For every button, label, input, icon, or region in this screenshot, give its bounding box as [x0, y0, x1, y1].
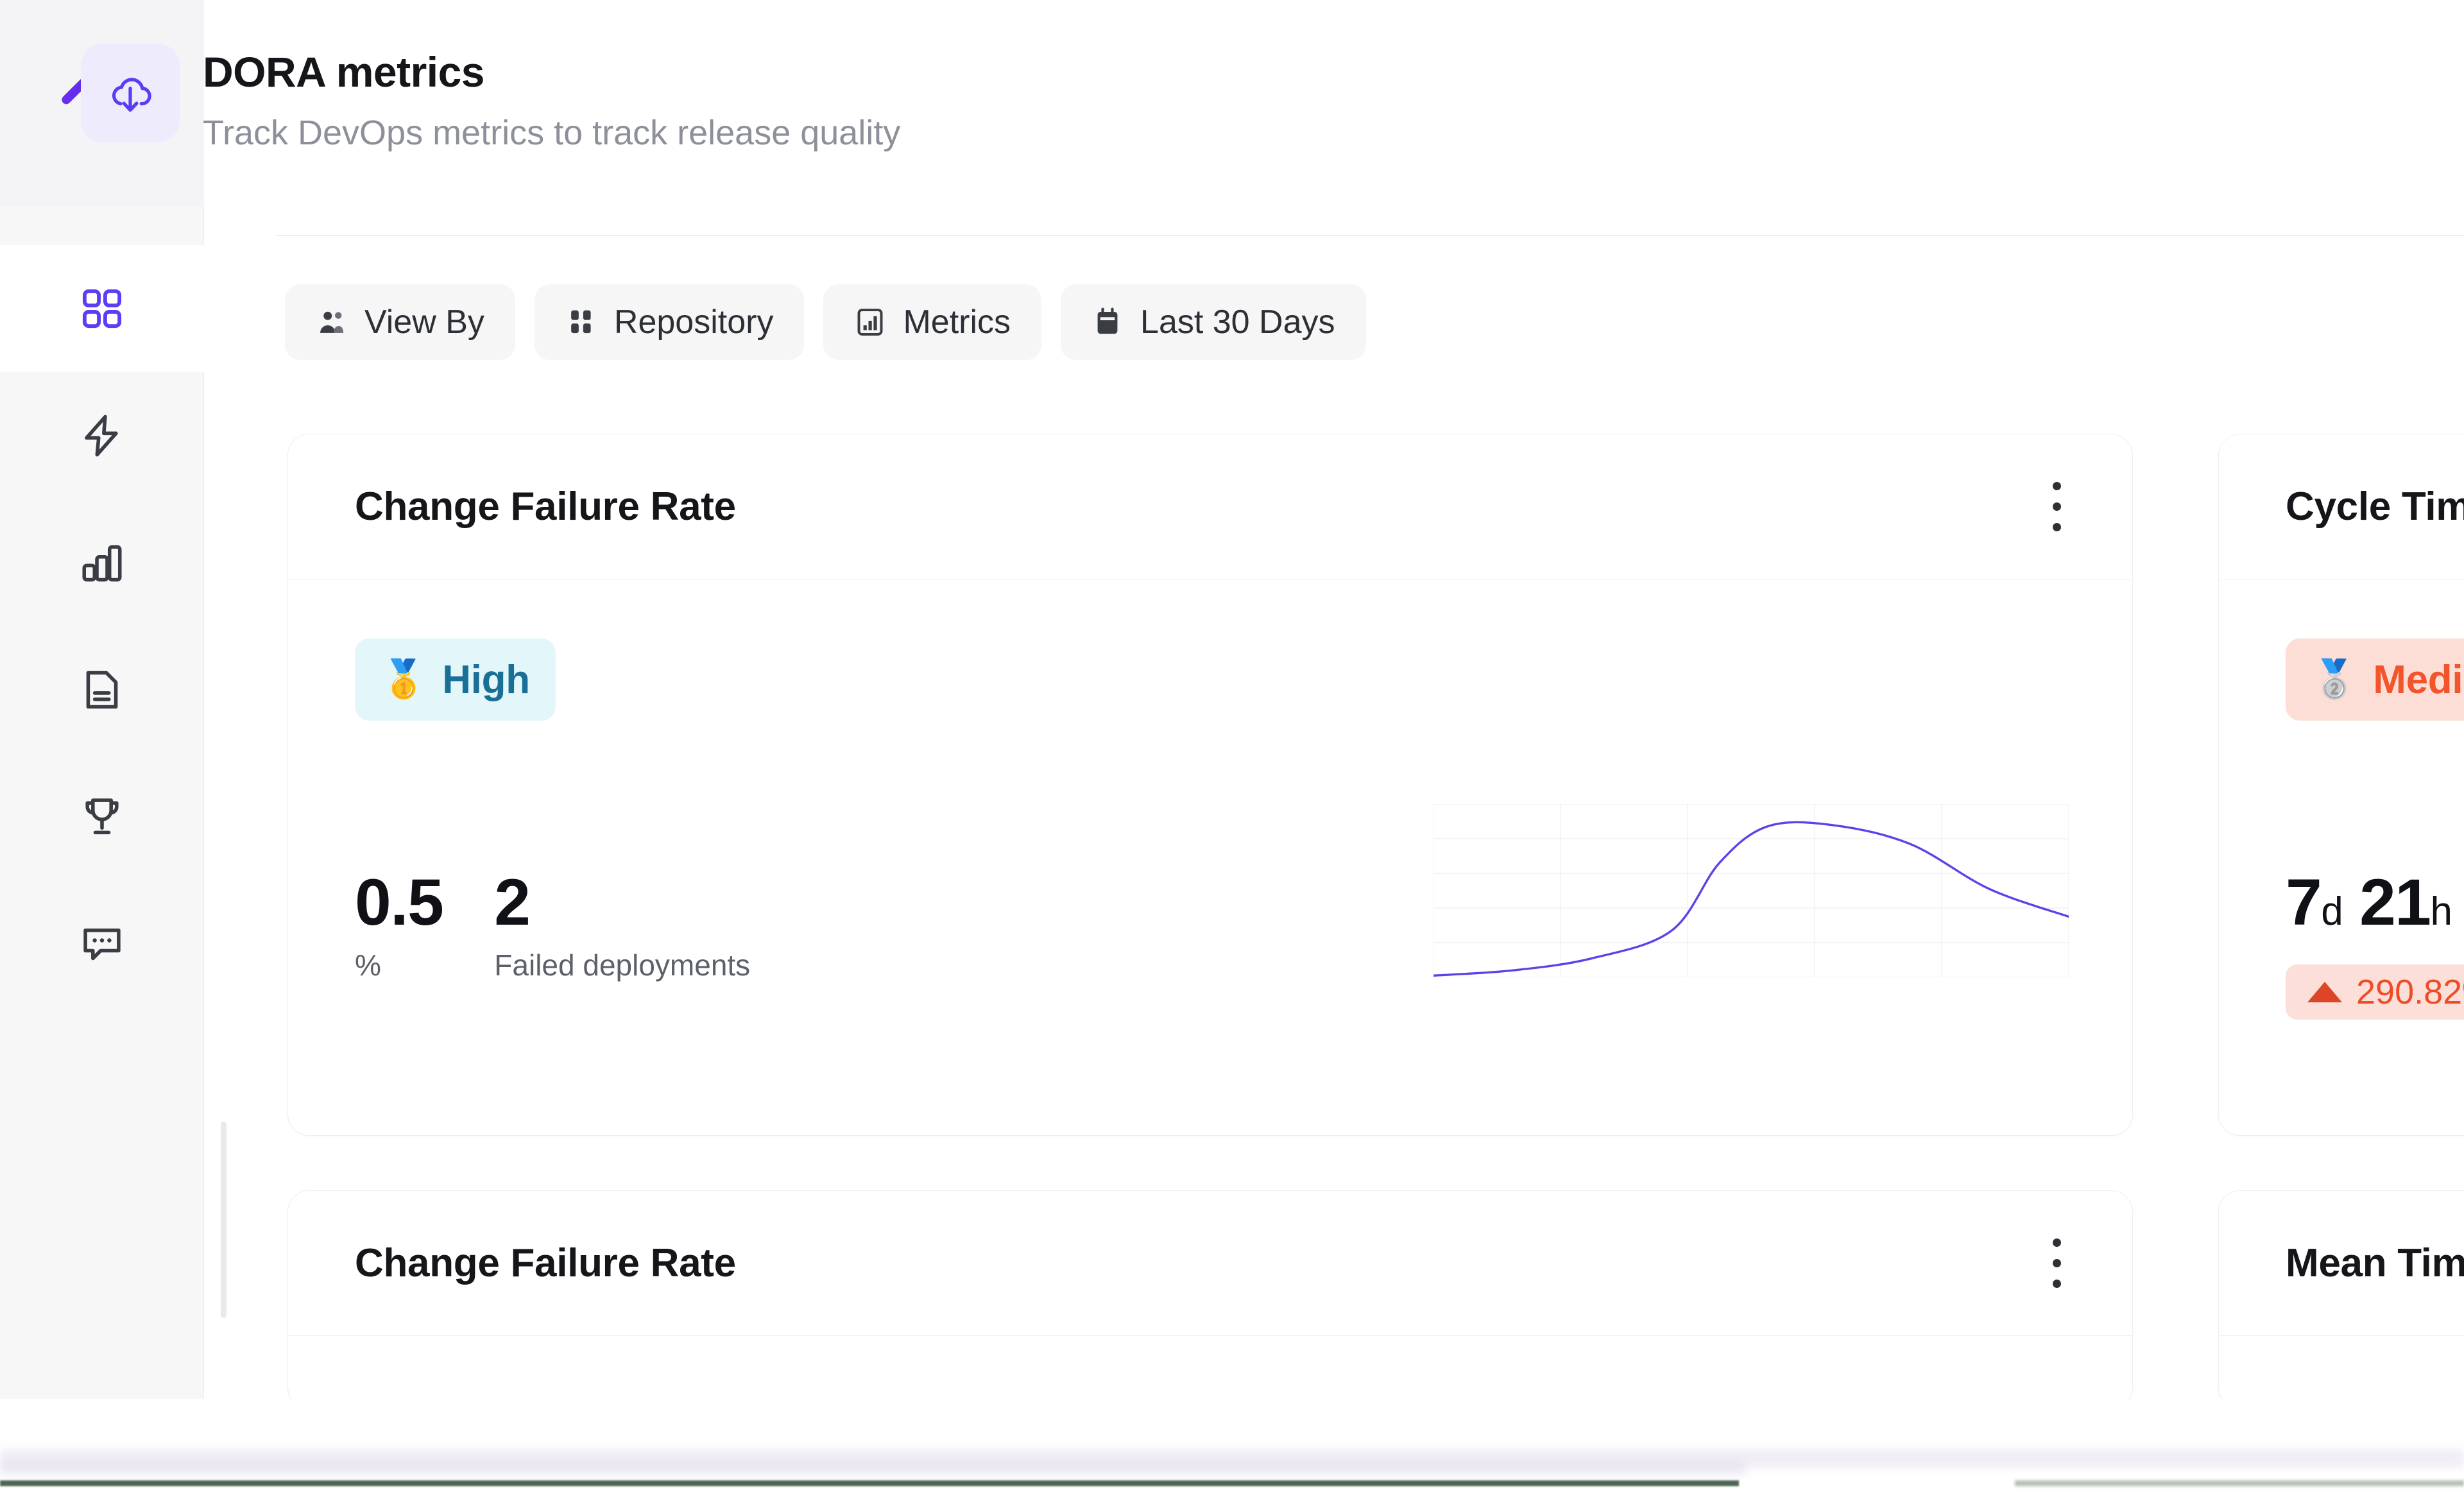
gold-medal-icon: 🥇 [381, 658, 427, 700]
grid-dots-icon [571, 310, 591, 334]
filter-chip-label: Last 30 Days [1140, 304, 1335, 341]
card-body: 🥈 Medium 7d 21h 290.82% [2219, 579, 2464, 1135]
sidebar-item-goals[interactable] [0, 753, 204, 880]
card-header: Change Failure Rate [288, 1191, 2132, 1336]
stat-label: Failed deployments [494, 948, 751, 982]
calendar-icon [1097, 307, 1118, 334]
card-mean-time-to-restore: Mean Time to Restore [2218, 1190, 2464, 1409]
kebab-dot [2052, 1238, 2061, 1247]
filter-bar: View By Repository Metrics Last 30 Days [285, 284, 1366, 360]
filter-chip-date-range[interactable]: Last 30 Days [1061, 284, 1366, 360]
kebab-dot [2052, 523, 2061, 531]
bottom-blurred-strip [0, 1399, 2464, 1499]
filter-chip-view-by[interactable]: View By [285, 284, 515, 360]
kebab-dot [2052, 502, 2061, 511]
stat-failed-deployments: 2 Failed deployments [494, 869, 750, 980]
chart-line-series [1433, 822, 2069, 975]
card-header: Cycle Time [2219, 434, 2464, 579]
cycle-time-hours-unit: h [2430, 889, 2452, 934]
bar-chart-icon [81, 545, 122, 582]
stat-label: % [355, 948, 381, 982]
page-header: DORA metrics Track DevOps metrics to tra… [81, 39, 2230, 193]
download-cloud-icon [112, 78, 151, 112]
filter-chip-repository[interactable]: Repository [534, 284, 805, 360]
filter-chip-label: Repository [613, 304, 774, 341]
card-title: Change Failure Rate [355, 1241, 736, 1285]
trend-badge-label: 290.82% [2356, 973, 2464, 1011]
status-badge: 🥇 High [355, 638, 556, 721]
blur-band-secondary [0, 1460, 1745, 1475]
page-header-texts: DORA metrics Track DevOps metrics to tra… [203, 39, 900, 154]
card-title: Change Failure Rate [355, 484, 736, 529]
card-header: Mean Time to Restore [2219, 1191, 2464, 1336]
grid-icon [82, 289, 121, 329]
status-badge-label: High [442, 657, 530, 702]
header-divider [276, 235, 2464, 236]
trend-badge: 290.82% [2286, 964, 2464, 1020]
cycle-time-value: 7d 21h [2286, 869, 2452, 935]
stat-value: 0.5 [355, 866, 444, 939]
chat-icon [83, 928, 121, 961]
card-header: Change Failure Rate [288, 434, 2132, 579]
card-cycle-time: Cycle Time 🥈 Medium 7d 21h 290.82% [2218, 434, 2464, 1136]
stat-value: 2 [494, 866, 531, 939]
sidebar [0, 0, 204, 1399]
silver-medal-icon: 🥈 [2311, 658, 2358, 700]
blur-accent-bar [0, 1480, 1739, 1486]
sidebar-item-analytics[interactable] [0, 499, 204, 626]
chart-container [1433, 804, 2069, 977]
people-icon [320, 311, 344, 333]
bar-chart-box-icon [857, 309, 883, 336]
card-body: 🥇 High 0.5 % 2 Failed deployments [288, 579, 2132, 1135]
app-root: DORA metrics Track DevOps metrics to tra… [0, 0, 2464, 1499]
sidebar-nav [0, 207, 204, 1007]
vertical-scrollbar[interactable] [221, 1122, 227, 1318]
sidebar-item-activity[interactable] [0, 372, 204, 499]
stat-column: 🥈 Medium [2286, 638, 2464, 721]
sidebar-item-dashboard[interactable] [0, 245, 204, 372]
kebab-dot [2052, 1280, 2061, 1288]
cycle-time-days: 7 [2286, 866, 2322, 939]
card-change-failure-rate-2: Change Failure Rate [287, 1190, 2133, 1409]
cycle-time-hours: 21 [2359, 866, 2431, 939]
page-icon-container [81, 44, 180, 142]
filter-chip-metrics[interactable]: Metrics [823, 284, 1042, 360]
kebab-dot [2052, 482, 2061, 490]
trophy-icon [85, 798, 119, 835]
page-title: DORA metrics [203, 48, 485, 96]
card-change-failure-rate: Change Failure Rate 🥇 High 0.5 % 2 Faile… [287, 434, 2133, 1136]
sidebar-item-documents[interactable] [0, 626, 204, 753]
line-chart [1433, 804, 2069, 977]
card-menu-button[interactable] [2048, 1235, 2066, 1292]
card-title: Cycle Time [2286, 484, 2464, 529]
page-subtitle: Track DevOps metrics to track release qu… [203, 113, 901, 152]
filter-chip-label: Metrics [903, 304, 1011, 341]
sidebar-item-chat[interactable] [0, 880, 204, 1007]
document-icon [86, 671, 117, 709]
card-title: Mean Time to Restore [2286, 1241, 2464, 1285]
stat-column: 🥇 High [355, 638, 1189, 721]
kebab-dot [2052, 1259, 2061, 1267]
lightning-icon [84, 415, 118, 457]
filter-chip-label: View By [364, 304, 484, 341]
status-badge-label: Medium [2373, 657, 2464, 702]
trend-up-icon [2307, 982, 2342, 1002]
card-menu-button[interactable] [2048, 478, 2066, 536]
stat-failure-rate: 0.5 % [355, 866, 444, 982]
stat-row: 0.5 % 2 Failed deployments [355, 869, 750, 980]
blur-accent-bar-right [2015, 1480, 2464, 1486]
status-badge: 🥈 Medium [2286, 638, 2464, 721]
cycle-time-days-unit: d [2321, 889, 2343, 934]
